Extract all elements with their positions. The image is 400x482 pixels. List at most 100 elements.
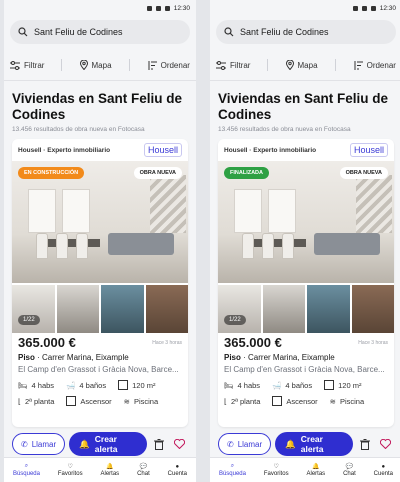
area-icon (118, 380, 129, 390)
call-label: Llamar (237, 439, 263, 449)
action-bar: ✆ Llamar 🔔 Crear alerta (12, 432, 188, 456)
results-count: 13.456 resultados de obra nueva en Fotoc… (12, 126, 145, 133)
agent-label: Housell · Experto inmobiliario (224, 146, 317, 154)
divider (61, 59, 63, 71)
filter-button[interactable]: Filtrar (10, 60, 44, 70)
window-shape (28, 189, 56, 233)
phone-icon: ✆ (227, 439, 234, 449)
sort-icon (354, 60, 363, 70)
sort-label: Ordenar (366, 60, 396, 70)
sofa-shape (314, 233, 380, 255)
thumbnail[interactable] (101, 285, 144, 333)
floor-feature: ⌊ 2ª planta (224, 396, 260, 406)
rooms-feature: 🛏 4 habs (224, 380, 260, 390)
area-feature: 120 m² (118, 380, 155, 390)
favorite-button[interactable] (171, 435, 188, 453)
pool-feature: ≋ Piscina (124, 396, 158, 406)
price: 365.000 € (224, 335, 282, 350)
favorite-button[interactable] (377, 435, 394, 453)
nav-account[interactable]: ● Cuenta (168, 464, 187, 477)
price-row: 365.000 € Hace 3 horas (218, 331, 394, 350)
nav-favorites[interactable]: ♡ Favoritos (264, 463, 289, 477)
photo-gallery[interactable]: FINALIZADA OBRA NUEVA 1/22 (218, 161, 394, 333)
nav-alerts-label: Alertas (306, 471, 326, 477)
rooms-feature: 🛏 4 habs (18, 380, 54, 390)
floor-label: 2ª planta (24, 396, 55, 406)
zone: El Camp d'en Grassot i Gràcia Nova, Barc… (18, 365, 179, 374)
sort-button[interactable]: Ordenar (147, 60, 190, 70)
thumbnail[interactable] (145, 285, 188, 333)
call-label: Llamar (31, 439, 57, 449)
action-bar: ✆ Llamar 🔔 Crear alerta (218, 432, 394, 456)
thumbnail[interactable] (351, 285, 394, 333)
create-alert-button[interactable]: 🔔 Crear alerta (69, 432, 147, 456)
nav-search-label: Búsqueda (218, 471, 246, 477)
thumbnail[interactable] (262, 285, 305, 333)
baths-feature: 🛁 4 baños (272, 380, 312, 390)
price: 365.000 € (18, 335, 76, 350)
heart-icon (380, 439, 392, 449)
create-alert-button[interactable]: 🔔 Crear alerta (275, 432, 353, 456)
call-button[interactable]: ✆ Llamar (12, 433, 66, 455)
bell-icon: 🔔 (312, 464, 320, 470)
filter-button[interactable]: Filtrar (216, 60, 250, 70)
main-photo (218, 161, 394, 283)
divider (128, 59, 130, 71)
bottom-nav: ⌕ Búsqueda ♡ Favoritos 🔔 Alertas 💬 Chat ● Cue… (4, 457, 196, 482)
thumbnail[interactable] (307, 285, 350, 333)
price-row: 365.000 € Hace 3 horas (12, 331, 188, 350)
clock: 12:30 (173, 4, 190, 12)
table-shape (40, 239, 100, 247)
bath-icon: 🛁 (272, 380, 282, 390)
property-type: Piso (18, 353, 35, 362)
map-button[interactable]: Mapa (79, 60, 112, 70)
status-bar: 12:30 (210, 0, 400, 16)
brand-logo: Housell (349, 143, 388, 157)
nav-search[interactable]: ⌕ Búsqueda (13, 463, 40, 477)
sliders-icon (10, 60, 20, 70)
time-ago: Hace 3 horas (152, 339, 182, 346)
search-bar[interactable]: Sant Feliu de Codines (10, 20, 190, 44)
filter-bar: Filtrar Mapa Ordenar (210, 50, 400, 81)
lift-feature: Ascensor (272, 396, 318, 406)
nav-account-label: Cuenta (373, 470, 394, 477)
bath-icon: 🛁 (66, 380, 76, 390)
area-label: 120 m² (338, 380, 362, 390)
nav-alerts[interactable]: 🔔 Alertas (100, 463, 119, 477)
nav-favorites[interactable]: ♡ Favoritos (58, 463, 83, 477)
sliders-icon (216, 60, 226, 70)
wifi-icon (155, 5, 161, 11)
search-bar[interactable]: Sant Feliu de Codines (216, 20, 396, 44)
sort-icon (148, 60, 157, 70)
trash-icon (360, 438, 371, 450)
nav-account[interactable]: ● Cuenta (374, 464, 393, 477)
photo-gallery[interactable]: EN CONSTRUCCIÓN OBRA NUEVA 1/22 (12, 161, 188, 333)
clock: 12:30 (379, 4, 396, 12)
photo-counter: 1/22 (18, 315, 40, 325)
thumbnail[interactable] (56, 285, 99, 333)
bell-plus-icon: 🔔 (285, 438, 296, 449)
thumbnail-strip (12, 285, 188, 333)
chair-shape (56, 233, 68, 259)
nav-alerts[interactable]: 🔔 Alertas (306, 463, 325, 477)
window-shape (62, 189, 90, 233)
listing-card[interactable]: Housell · Experto inmobiliario Housell E… (12, 139, 188, 427)
table-shape (246, 239, 306, 247)
nav-search[interactable]: ⌕ Búsqueda (219, 463, 246, 477)
thumbnail[interactable] (12, 285, 55, 333)
listing-card[interactable]: Housell · Experto inmobiliario Housell F… (218, 139, 394, 427)
map-button[interactable]: Mapa (285, 60, 318, 70)
sort-button[interactable]: Ordenar (353, 60, 396, 70)
window-shape (268, 189, 296, 233)
new-build-badge: OBRA NUEVA (133, 167, 182, 179)
pool-feature: ≋ Piscina (330, 396, 364, 406)
nav-chat[interactable]: 💬 Chat (343, 463, 356, 477)
call-button[interactable]: ✆ Llamar (218, 433, 272, 455)
discard-button[interactable] (151, 435, 168, 453)
thumbnail[interactable] (218, 285, 261, 333)
nav-chat[interactable]: 💬 Chat (137, 463, 150, 477)
screen-finalizada: 12:30 Sant Feliu de Codines Filtrar Mapa… (210, 0, 400, 482)
search-query: Sant Feliu de Codines (34, 27, 123, 37)
area-label: 120 m² (132, 380, 156, 390)
discard-button[interactable] (357, 435, 374, 453)
